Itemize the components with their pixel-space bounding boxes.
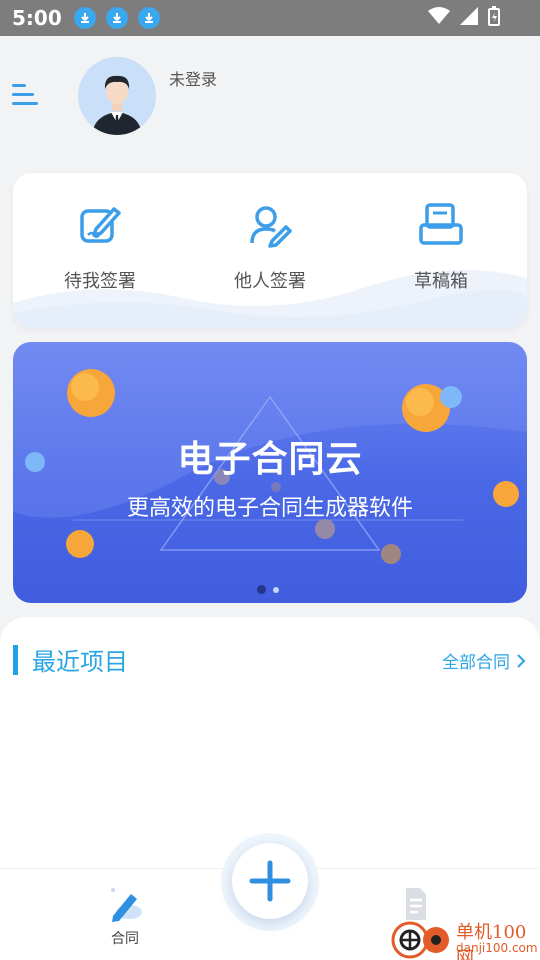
wifi-icon (428, 7, 450, 24)
add-button[interactable] (232, 843, 308, 919)
download-icon (105, 7, 128, 29)
avatar[interactable] (78, 57, 156, 135)
promo-banner[interactable]: 电子合同云 更高效的电子合同生成器软件 (13, 342, 527, 603)
carousel-dot[interactable] (273, 586, 279, 593)
quick-actions-card: 待我签署 他人签署 草稿箱 (13, 173, 527, 328)
file-icon (406, 888, 426, 920)
signal-icon (460, 7, 478, 25)
watermark-url: danji100.com (456, 941, 538, 955)
action-others-sign[interactable]: 他人签署 (200, 197, 340, 293)
banner-subtitle: 更高效的电子合同生成器软件 (126, 496, 413, 521)
chevron-right-icon (517, 653, 526, 668)
battery-icon (488, 6, 500, 26)
carousel-indicator (257, 585, 279, 594)
action-pending-sign[interactable]: 待我签署 (30, 197, 170, 293)
login-status[interactable]: 未登录 (169, 66, 217, 90)
download-icon (73, 7, 96, 29)
section-accent-bar (13, 645, 18, 675)
action-label: 待我签署 (64, 271, 136, 292)
action-label: 草稿箱 (414, 271, 468, 292)
carousel-dot-active[interactable] (257, 585, 266, 594)
status-bar: 5:00 (0, 0, 540, 36)
action-drafts[interactable]: 草稿箱 (371, 197, 511, 293)
tab-label: 合同 (111, 931, 139, 947)
contract-pen-icon (111, 888, 142, 922)
all-contracts-label: 全部合同 (442, 653, 510, 673)
all-contracts-link[interactable]: 全部合同 (442, 648, 526, 673)
drafts-box-icon (413, 197, 469, 253)
plus-icon (249, 860, 291, 902)
recent-title: 最近项目 (32, 648, 128, 676)
tab-contracts[interactable]: 合同 (85, 886, 165, 948)
sign-pen-icon (72, 197, 128, 253)
status-time: 5:00 (12, 6, 62, 30)
action-label: 他人签署 (234, 271, 306, 292)
download-icon (137, 7, 160, 29)
user-sign-icon (242, 197, 298, 253)
banner-title: 电子合同云 (177, 439, 363, 480)
menu-icon[interactable] (12, 82, 42, 108)
